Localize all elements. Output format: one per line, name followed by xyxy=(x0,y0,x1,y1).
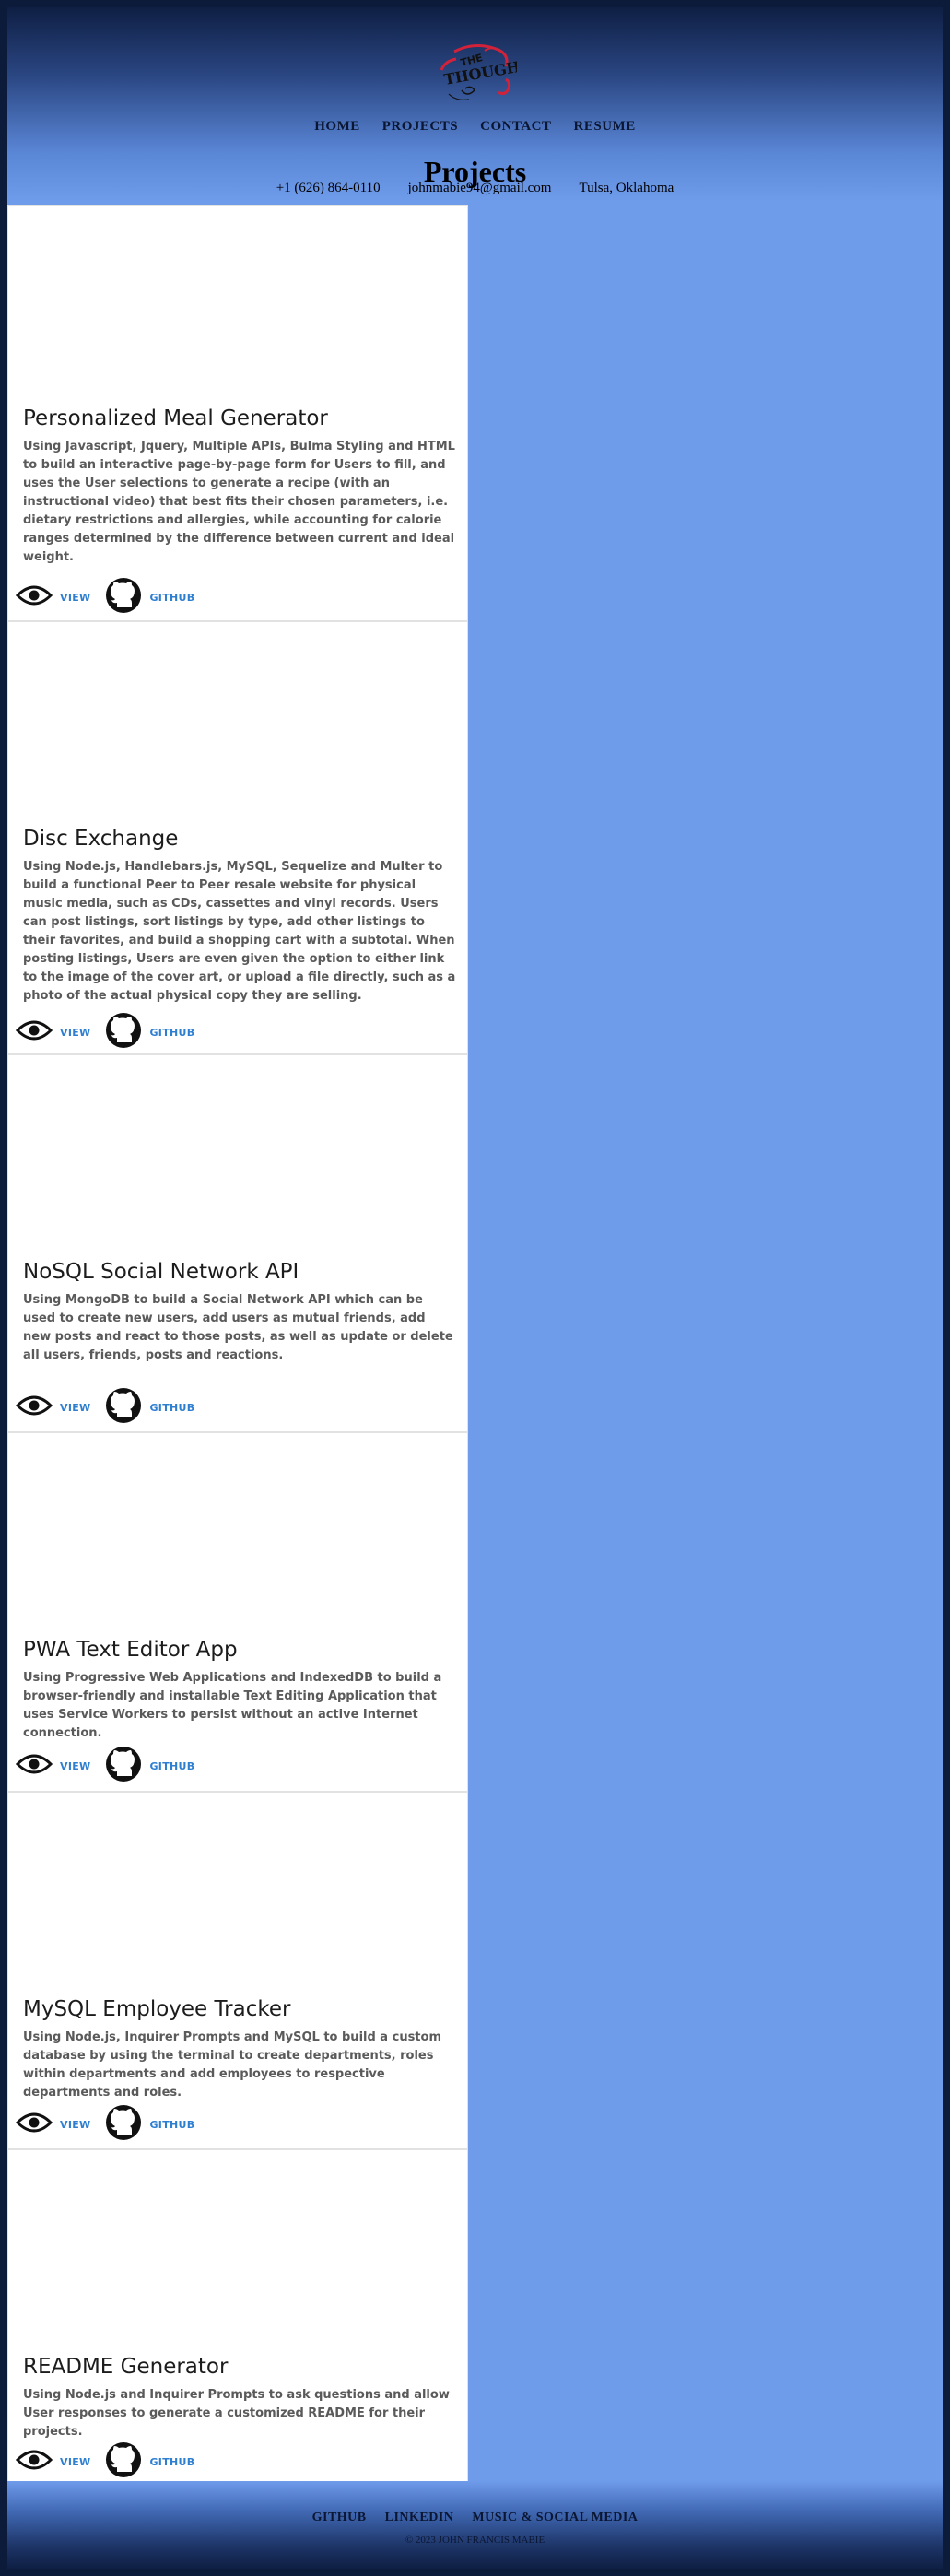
github-icon xyxy=(105,1746,142,1787)
github-icon xyxy=(105,1012,142,1053)
project-description: Using MongoDB to build a Social Network … xyxy=(23,1293,453,1362)
project-actions: VIEW GITHUB xyxy=(15,1387,209,1429)
view-button[interactable]: VIEW xyxy=(15,1753,91,1780)
view-button[interactable]: VIEW xyxy=(15,2111,91,2138)
view-label: VIEW xyxy=(60,1759,91,1772)
contact-info: +1 (626) 864-0110 johnmabie94@gmail.com … xyxy=(7,181,943,196)
view-label: VIEW xyxy=(60,2455,91,2468)
github-button[interactable]: GITHUB xyxy=(105,2104,194,2146)
github-label: GITHUB xyxy=(149,1401,195,1414)
project-card: PWA Text Editor App Using Progressive We… xyxy=(7,1432,468,1792)
nav-home[interactable]: HOME xyxy=(314,119,360,135)
view-label: VIEW xyxy=(60,2118,91,2131)
github-icon xyxy=(105,577,142,618)
footer-link-music-social[interactable]: MUSIC & SOCIAL MEDIA xyxy=(472,2511,638,2525)
page-frame: THE THOUGHT HOME PROJECTS CONTACT RESUME… xyxy=(7,7,943,2569)
eye-icon xyxy=(15,2449,53,2476)
github-icon xyxy=(105,1387,142,1429)
contact-email[interactable]: johnmabie94@gmail.com xyxy=(408,181,552,196)
nav-projects[interactable]: PROJECTS xyxy=(382,119,458,135)
project-description: Using Javascript, Jquery, Multiple APIs,… xyxy=(23,440,455,564)
project-description: Using Progressive Web Applications and I… xyxy=(23,1671,442,1740)
eye-icon xyxy=(15,1019,53,1046)
github-label: GITHUB xyxy=(149,1759,195,1772)
view-button[interactable]: VIEW xyxy=(15,584,91,611)
project-card: README Generator Using Node.js and Inqui… xyxy=(7,2149,468,2490)
copyright: © 2023 JOHN FRANCIS MABIE xyxy=(405,2535,545,2546)
github-label: GITHUB xyxy=(149,1026,195,1039)
project-actions: VIEW GITHUB xyxy=(15,2441,209,2483)
project-title: README Generator xyxy=(23,2355,229,2379)
view-label: VIEW xyxy=(60,1401,91,1414)
project-title: Disc Exchange xyxy=(23,827,179,851)
github-button[interactable]: GITHUB xyxy=(105,1387,194,1429)
main-nav: HOME PROJECTS CONTACT RESUME xyxy=(7,119,943,135)
project-title: Personalized Meal Generator xyxy=(23,406,328,430)
project-card: Disc Exchange Using Node.js, Handlebars.… xyxy=(7,621,468,1054)
github-label: GITHUB xyxy=(149,2118,195,2131)
project-actions: VIEW GITHUB xyxy=(15,2104,209,2146)
view-label: VIEW xyxy=(60,591,91,604)
eye-icon xyxy=(15,1753,53,1780)
project-card: MySQL Employee Tracker Using Node.js, In… xyxy=(7,1792,468,2149)
contact-phone[interactable]: +1 (626) 864-0110 xyxy=(276,181,381,196)
eye-icon xyxy=(15,1394,53,1421)
github-button[interactable]: GITHUB xyxy=(105,1746,194,1787)
footer-link-github[interactable]: GITHUB xyxy=(312,2511,367,2525)
github-icon xyxy=(105,2104,142,2146)
eye-icon xyxy=(15,2111,53,2138)
project-description: Using Node.js, Inquirer Prompts and MySQ… xyxy=(23,2030,441,2100)
github-button[interactable]: GITHUB xyxy=(105,577,194,618)
project-card: Personalized Meal Generator Using Javasc… xyxy=(7,205,468,621)
view-label: VIEW xyxy=(60,1026,91,1039)
github-label: GITHUB xyxy=(149,2455,195,2468)
github-button[interactable]: GITHUB xyxy=(105,1012,194,1053)
project-actions: VIEW GITHUB xyxy=(15,1012,209,1053)
nav-resume[interactable]: RESUME xyxy=(574,119,636,135)
project-card: NoSQL Social Network API Using MongoDB t… xyxy=(7,1054,468,1432)
github-label: GITHUB xyxy=(149,591,195,604)
logo-icon[interactable]: THE THOUGHT xyxy=(434,42,533,105)
view-button[interactable]: VIEW xyxy=(15,1394,91,1421)
view-button[interactable]: VIEW xyxy=(15,1019,91,1046)
nav-contact[interactable]: CONTACT xyxy=(480,119,551,135)
footer: GITHUB LINKEDIN MUSIC & SOCIAL MEDIA © 2… xyxy=(7,2481,943,2569)
view-button[interactable]: VIEW xyxy=(15,2449,91,2476)
project-title: MySQL Employee Tracker xyxy=(23,1997,291,2021)
project-description: Using Node.js, Handlebars.js, MySQL, Seq… xyxy=(23,860,456,1003)
project-title: PWA Text Editor App xyxy=(23,1638,238,1662)
github-button[interactable]: GITHUB xyxy=(105,2441,194,2483)
project-description: Using Node.js and Inquirer Prompts to as… xyxy=(23,2388,450,2439)
project-actions: VIEW GITHUB xyxy=(15,577,209,618)
contact-location: Tulsa, Oklahoma xyxy=(579,181,674,195)
github-icon xyxy=(105,2441,142,2483)
eye-icon xyxy=(15,584,53,611)
project-actions: VIEW GITHUB xyxy=(15,1746,209,1787)
footer-link-linkedin[interactable]: LINKEDIN xyxy=(385,2511,454,2525)
project-title: NoSQL Social Network API xyxy=(23,1260,299,1284)
footer-links: GITHUB LINKEDIN MUSIC & SOCIAL MEDIA xyxy=(7,2511,943,2525)
